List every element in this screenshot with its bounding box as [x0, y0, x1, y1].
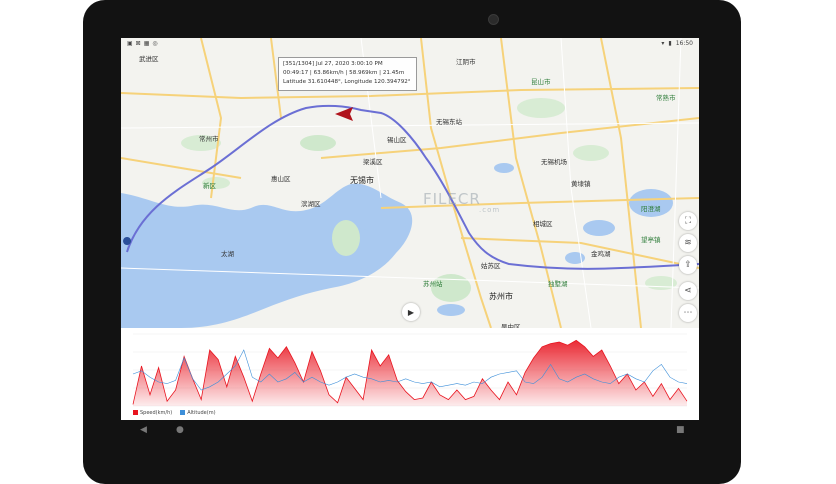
- status-time: 16:50: [675, 40, 693, 47]
- map-label: 无锡东站: [436, 118, 462, 126]
- more-icon[interactable]: ⋯: [679, 304, 697, 322]
- map-label: 梁溪区: [363, 158, 383, 166]
- battery-icon: ▮: [668, 40, 672, 47]
- fullscreen-icon[interactable]: ⛶: [679, 212, 697, 230]
- back-button[interactable]: ◀: [140, 425, 147, 435]
- legend-altitude: Altitude(m): [180, 410, 216, 416]
- info-line: Latitude 31.610448°, Longitude 120.39479…: [283, 79, 411, 85]
- lock-icon: ⊠: [135, 40, 141, 47]
- sim-icon: ▣: [127, 40, 133, 47]
- map-label: 滨湖区: [301, 200, 321, 208]
- map-label: 苏州站: [423, 280, 443, 288]
- map-view[interactable]: ▣ ⊠ ▦ ◎ ▾ ▮ 16:50 无锡市 苏州市 武进区 江阴市 常州市 无锡…: [121, 38, 699, 331]
- map-label: 江阴市: [456, 58, 476, 66]
- map-label: 常州市: [199, 135, 219, 143]
- map-label: 太湖: [221, 250, 234, 258]
- camera-icon: [488, 14, 499, 25]
- map-label: 黄埭镇: [571, 180, 591, 188]
- map-label: 无锡机场: [541, 158, 567, 166]
- play-button[interactable]: ▶: [402, 303, 420, 321]
- speed-area: [133, 340, 687, 406]
- app-screen: ▣ ⊠ ▦ ◎ ▾ ▮ 16:50 无锡市 苏州市 武进区 江阴市 常州市 无锡…: [121, 38, 699, 420]
- city-label: 苏州市: [489, 292, 513, 301]
- map-label: 独墅湖: [548, 280, 568, 288]
- map-label: 阳澄湖: [641, 205, 661, 213]
- chart-canvas: [132, 333, 688, 407]
- map-label: 望亭镇: [641, 236, 661, 244]
- wifi-icon: ▾: [661, 40, 665, 47]
- map-label: 锡山区: [387, 136, 407, 144]
- chart-legend: Speed(km/h) Altitude(m): [133, 410, 216, 416]
- map-label: 昆山市: [531, 78, 551, 86]
- track-info-box: [351/1304] Jul 27, 2020 3:00:10 PM 00:49…: [278, 57, 417, 91]
- map-label: 常熟市: [656, 94, 676, 102]
- layers-icon[interactable]: ≋: [679, 234, 697, 252]
- map-label: 惠山区: [271, 175, 291, 183]
- notification-icon: ▦: [143, 40, 150, 47]
- watermark: FILECR .com: [423, 190, 501, 214]
- info-line: 00:49:17 | 63.86km/h | 58.969km | 21.45m: [283, 70, 405, 76]
- home-button[interactable]: ●: [176, 425, 184, 435]
- map-label: 相城区: [533, 220, 553, 228]
- city-label: 无锡市: [350, 176, 374, 185]
- speed-altitude-chart: [121, 328, 699, 420]
- status-bar: ▣ ⊠ ▦ ◎ ▾ ▮ 16:50: [121, 38, 699, 49]
- share-icon[interactable]: ⇪: [679, 256, 697, 274]
- gps-icon: ◎: [152, 40, 158, 47]
- map-label: 新区: [203, 182, 216, 190]
- recents-button[interactable]: ■: [676, 425, 685, 435]
- map-label: 姑苏区: [481, 262, 501, 270]
- map-label: 金鸡湖: [591, 250, 611, 258]
- map-label: 武进区: [139, 55, 159, 63]
- share-icon[interactable]: ⋖: [679, 282, 697, 300]
- legend-speed: Speed(km/h): [133, 410, 172, 416]
- info-line: [351/1304] Jul 27, 2020 3:00:10 PM: [283, 61, 383, 67]
